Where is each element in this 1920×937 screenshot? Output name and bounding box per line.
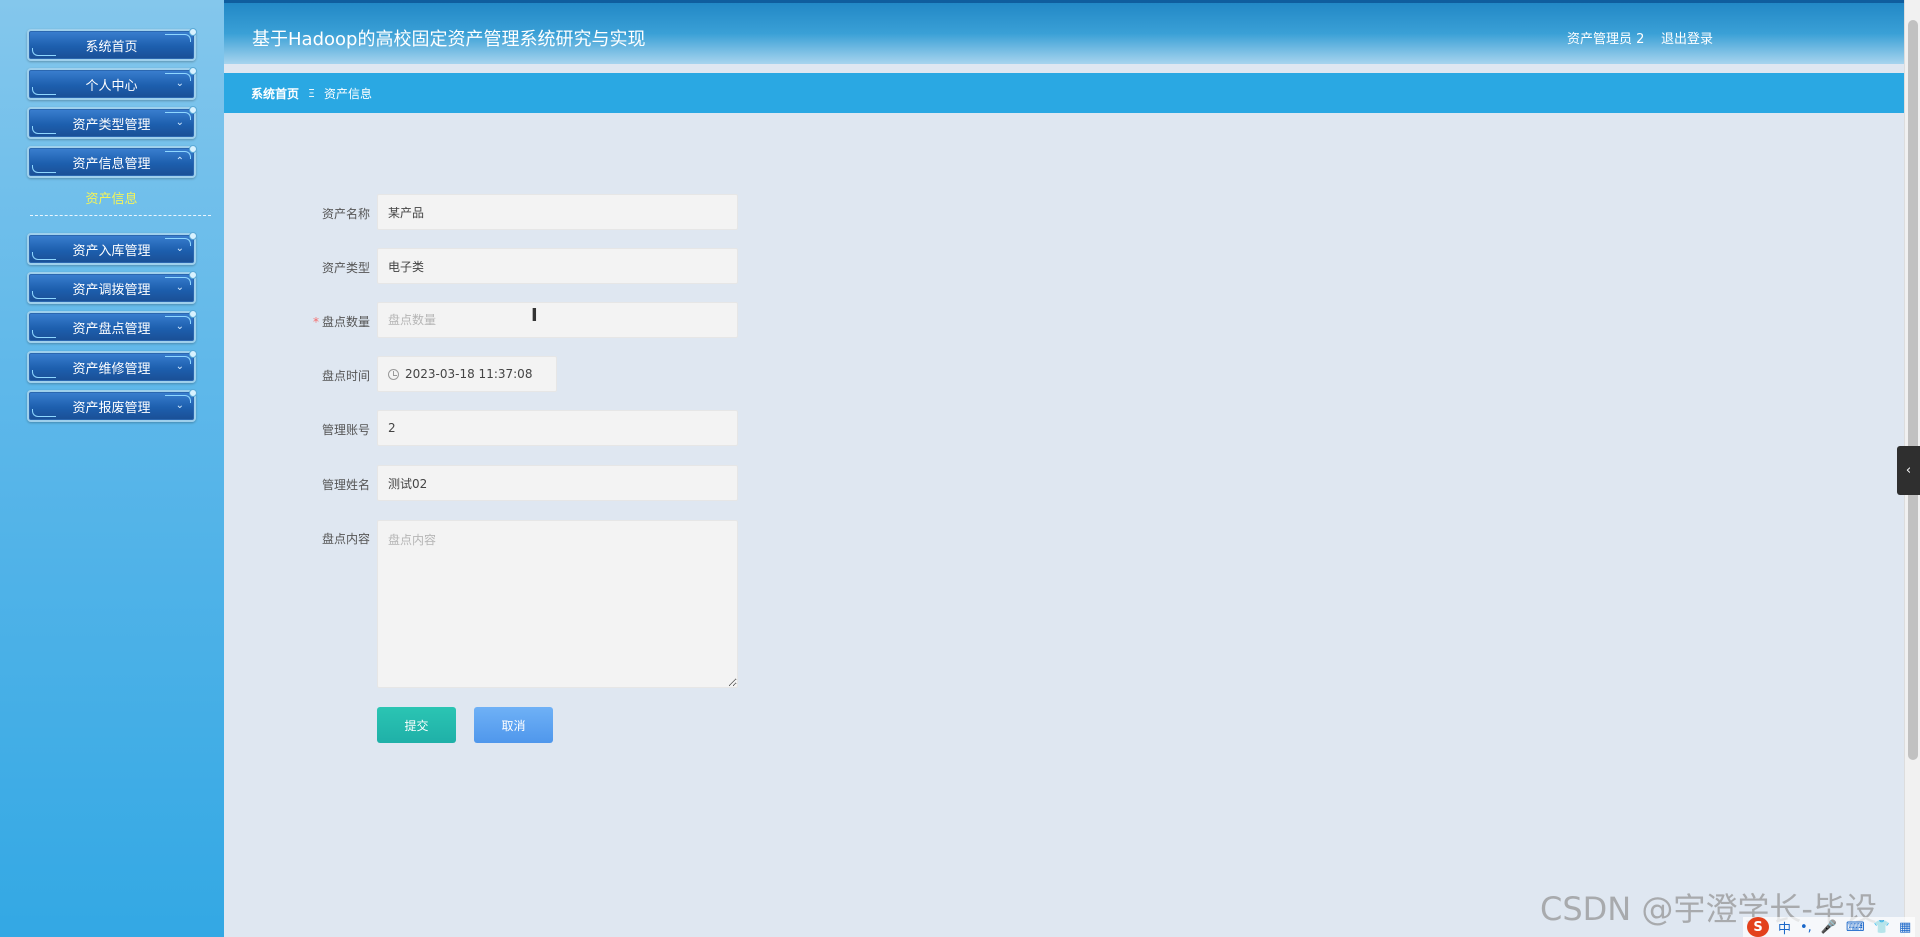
ornament <box>189 389 197 397</box>
ornament <box>189 271 197 279</box>
app-root: 系统首页 个人中心 ⌄ 资产类型管理 ⌄ 资产信息管理 ⌃ 资产信息 资产入库管… <box>0 0 1920 937</box>
sidebar-item-asset-type[interactable]: 资产类型管理 ⌄ <box>27 106 197 139</box>
ornament <box>32 126 56 134</box>
ornament <box>189 350 197 358</box>
ornament <box>32 370 56 378</box>
chevron-down-icon: ⌄ <box>175 117 184 128</box>
sidebar-item-asset-inventory[interactable]: 资产盘点管理 ⌄ <box>27 310 197 343</box>
ornament <box>165 34 191 42</box>
logout-link[interactable]: 退出登录 <box>1661 28 1713 47</box>
sidebar-item-home[interactable]: 系统首页 <box>27 28 197 61</box>
top-header: 基于Hadoop的高校固定资产管理系统研究与实现 资产管理员 2 退出登录 <box>224 0 1904 64</box>
chevron-up-icon: ⌃ <box>175 156 184 167</box>
sidebar-item-asset-inbound[interactable]: 资产入库管理 ⌄ <box>27 232 197 265</box>
asset-name-label: 资产名称 <box>321 207 370 221</box>
count-time-value: 2023-03-18 11:37:08 <box>405 367 533 381</box>
chevron-down-icon: ⌄ <box>175 282 184 293</box>
cancel-button[interactable]: 取消 <box>474 707 553 743</box>
collapse-tab-chevron-left-icon[interactable]: ‹ <box>1897 446 1920 495</box>
count-qty-input[interactable] <box>377 302 738 338</box>
chevron-down-icon: ⌄ <box>175 78 184 89</box>
sidebar-item-asset-transfer[interactable]: 资产调拨管理 ⌄ <box>27 271 197 304</box>
sidebar-item-label: 资产盘点管理 <box>72 321 151 337</box>
sidebar-item-label: 资产报废管理 <box>72 400 151 416</box>
ornament <box>32 330 56 338</box>
sidebar-item-asset-scrap[interactable]: 资产报废管理 ⌄ <box>27 389 197 422</box>
ime-toolbox-icon[interactable]: ▦ <box>1899 920 1911 935</box>
ornament <box>32 409 56 417</box>
ornament <box>189 67 197 75</box>
count-content-textarea[interactable] <box>377 520 738 688</box>
sidebar-item-label: 资产类型管理 <box>72 117 151 133</box>
ime-keyboard-icon[interactable]: ⌨ <box>1846 920 1865 935</box>
chevron-down-icon: ⌄ <box>175 400 184 411</box>
manager-name-label: 管理姓名 <box>321 478 370 492</box>
ornament <box>32 291 56 299</box>
ime-toolbar: S 中 •, 🎤 ⌨ 👕 ▦ <box>1743 917 1916 937</box>
breadcrumb-current: 资产信息 <box>323 86 372 101</box>
page-title: 基于Hadoop的高校固定资产管理系统研究与实现 <box>252 29 646 50</box>
clock-icon <box>388 368 399 380</box>
divider <box>30 215 211 216</box>
sidebar-item-label: 系统首页 <box>85 39 138 55</box>
breadcrumb-separator-icon: Ξ <box>308 86 315 100</box>
sidebar: 系统首页 个人中心 ⌄ 资产类型管理 ⌄ 资产信息管理 ⌃ 资产信息 资产入库管… <box>0 0 224 937</box>
sidebar-item-label: 资产维修管理 <box>72 361 151 377</box>
sidebar-item-label: 资产信息管理 <box>72 156 151 172</box>
ornament <box>32 165 56 173</box>
chevron-down-icon: ⌄ <box>175 361 184 372</box>
sidebar-item-asset-repair[interactable]: 资产维修管理 ⌄ <box>27 350 197 383</box>
count-qty-label: * 盘点数量 <box>290 313 370 330</box>
ime-logo-icon[interactable]: S <box>1747 917 1769 937</box>
submit-button[interactable]: 提交 <box>377 707 456 743</box>
count-content-label: 盘点内容 <box>321 532 370 546</box>
manager-account-label: 管理账号 <box>321 423 370 437</box>
ime-skin-icon[interactable]: 👕 <box>1874 920 1890 935</box>
count-time-label: 盘点时间 <box>321 369 370 383</box>
count-time-picker[interactable]: 2023-03-18 11:37:08 <box>377 356 557 392</box>
ornament <box>189 106 197 114</box>
count-qty-label-text: 盘点数量 <box>321 315 370 329</box>
manager-name-value: 测试02 <box>388 476 428 491</box>
text-cursor-icon: I <box>531 305 538 326</box>
scrollbar-thumb[interactable] <box>1908 20 1918 760</box>
ornament <box>189 310 197 318</box>
asset-type-label: 资产类型 <box>321 261 370 275</box>
ornament <box>189 232 197 240</box>
chevron-down-icon: ⌄ <box>175 243 184 254</box>
ornament <box>32 252 56 260</box>
sidebar-item-label: 资产入库管理 <box>72 243 151 259</box>
ornament <box>32 87 56 95</box>
ornament <box>189 145 197 153</box>
sidebar-item-label: 资产调拨管理 <box>72 282 151 298</box>
required-mark: * <box>312 315 319 329</box>
manager-account-field[interactable]: 2 <box>377 410 738 446</box>
asset-type-field[interactable]: 电子类 <box>377 248 738 284</box>
sidebar-item-asset-info[interactable]: 资产信息管理 ⌃ <box>27 145 197 178</box>
sidebar-item-personal-center[interactable]: 个人中心 ⌄ <box>27 67 197 100</box>
manager-account-value: 2 <box>388 421 396 435</box>
asset-name-value: 某产品 <box>388 205 425 220</box>
current-user: 资产管理员 2 <box>1567 32 1645 47</box>
ime-microphone-icon[interactable]: 🎤 <box>1821 920 1837 935</box>
manager-name-field[interactable]: 测试02 <box>377 465 738 501</box>
ime-punctuation-icon[interactable]: •, <box>1800 920 1812 935</box>
submenu-item-asset-info[interactable]: 资产信息 <box>27 188 196 207</box>
ornament <box>189 28 197 36</box>
asset-name-field[interactable]: 某产品 <box>377 194 738 230</box>
asset-type-value: 电子类 <box>388 259 425 274</box>
sidebar-item-label: 个人中心 <box>85 78 138 94</box>
ime-chinese-mode[interactable]: 中 <box>1778 918 1791 937</box>
chevron-down-icon: ⌄ <box>175 321 184 332</box>
breadcrumb: 系统首页 Ξ 资产信息 <box>224 73 1904 113</box>
ornament <box>32 48 56 56</box>
breadcrumb-home[interactable]: 系统首页 <box>251 85 299 102</box>
